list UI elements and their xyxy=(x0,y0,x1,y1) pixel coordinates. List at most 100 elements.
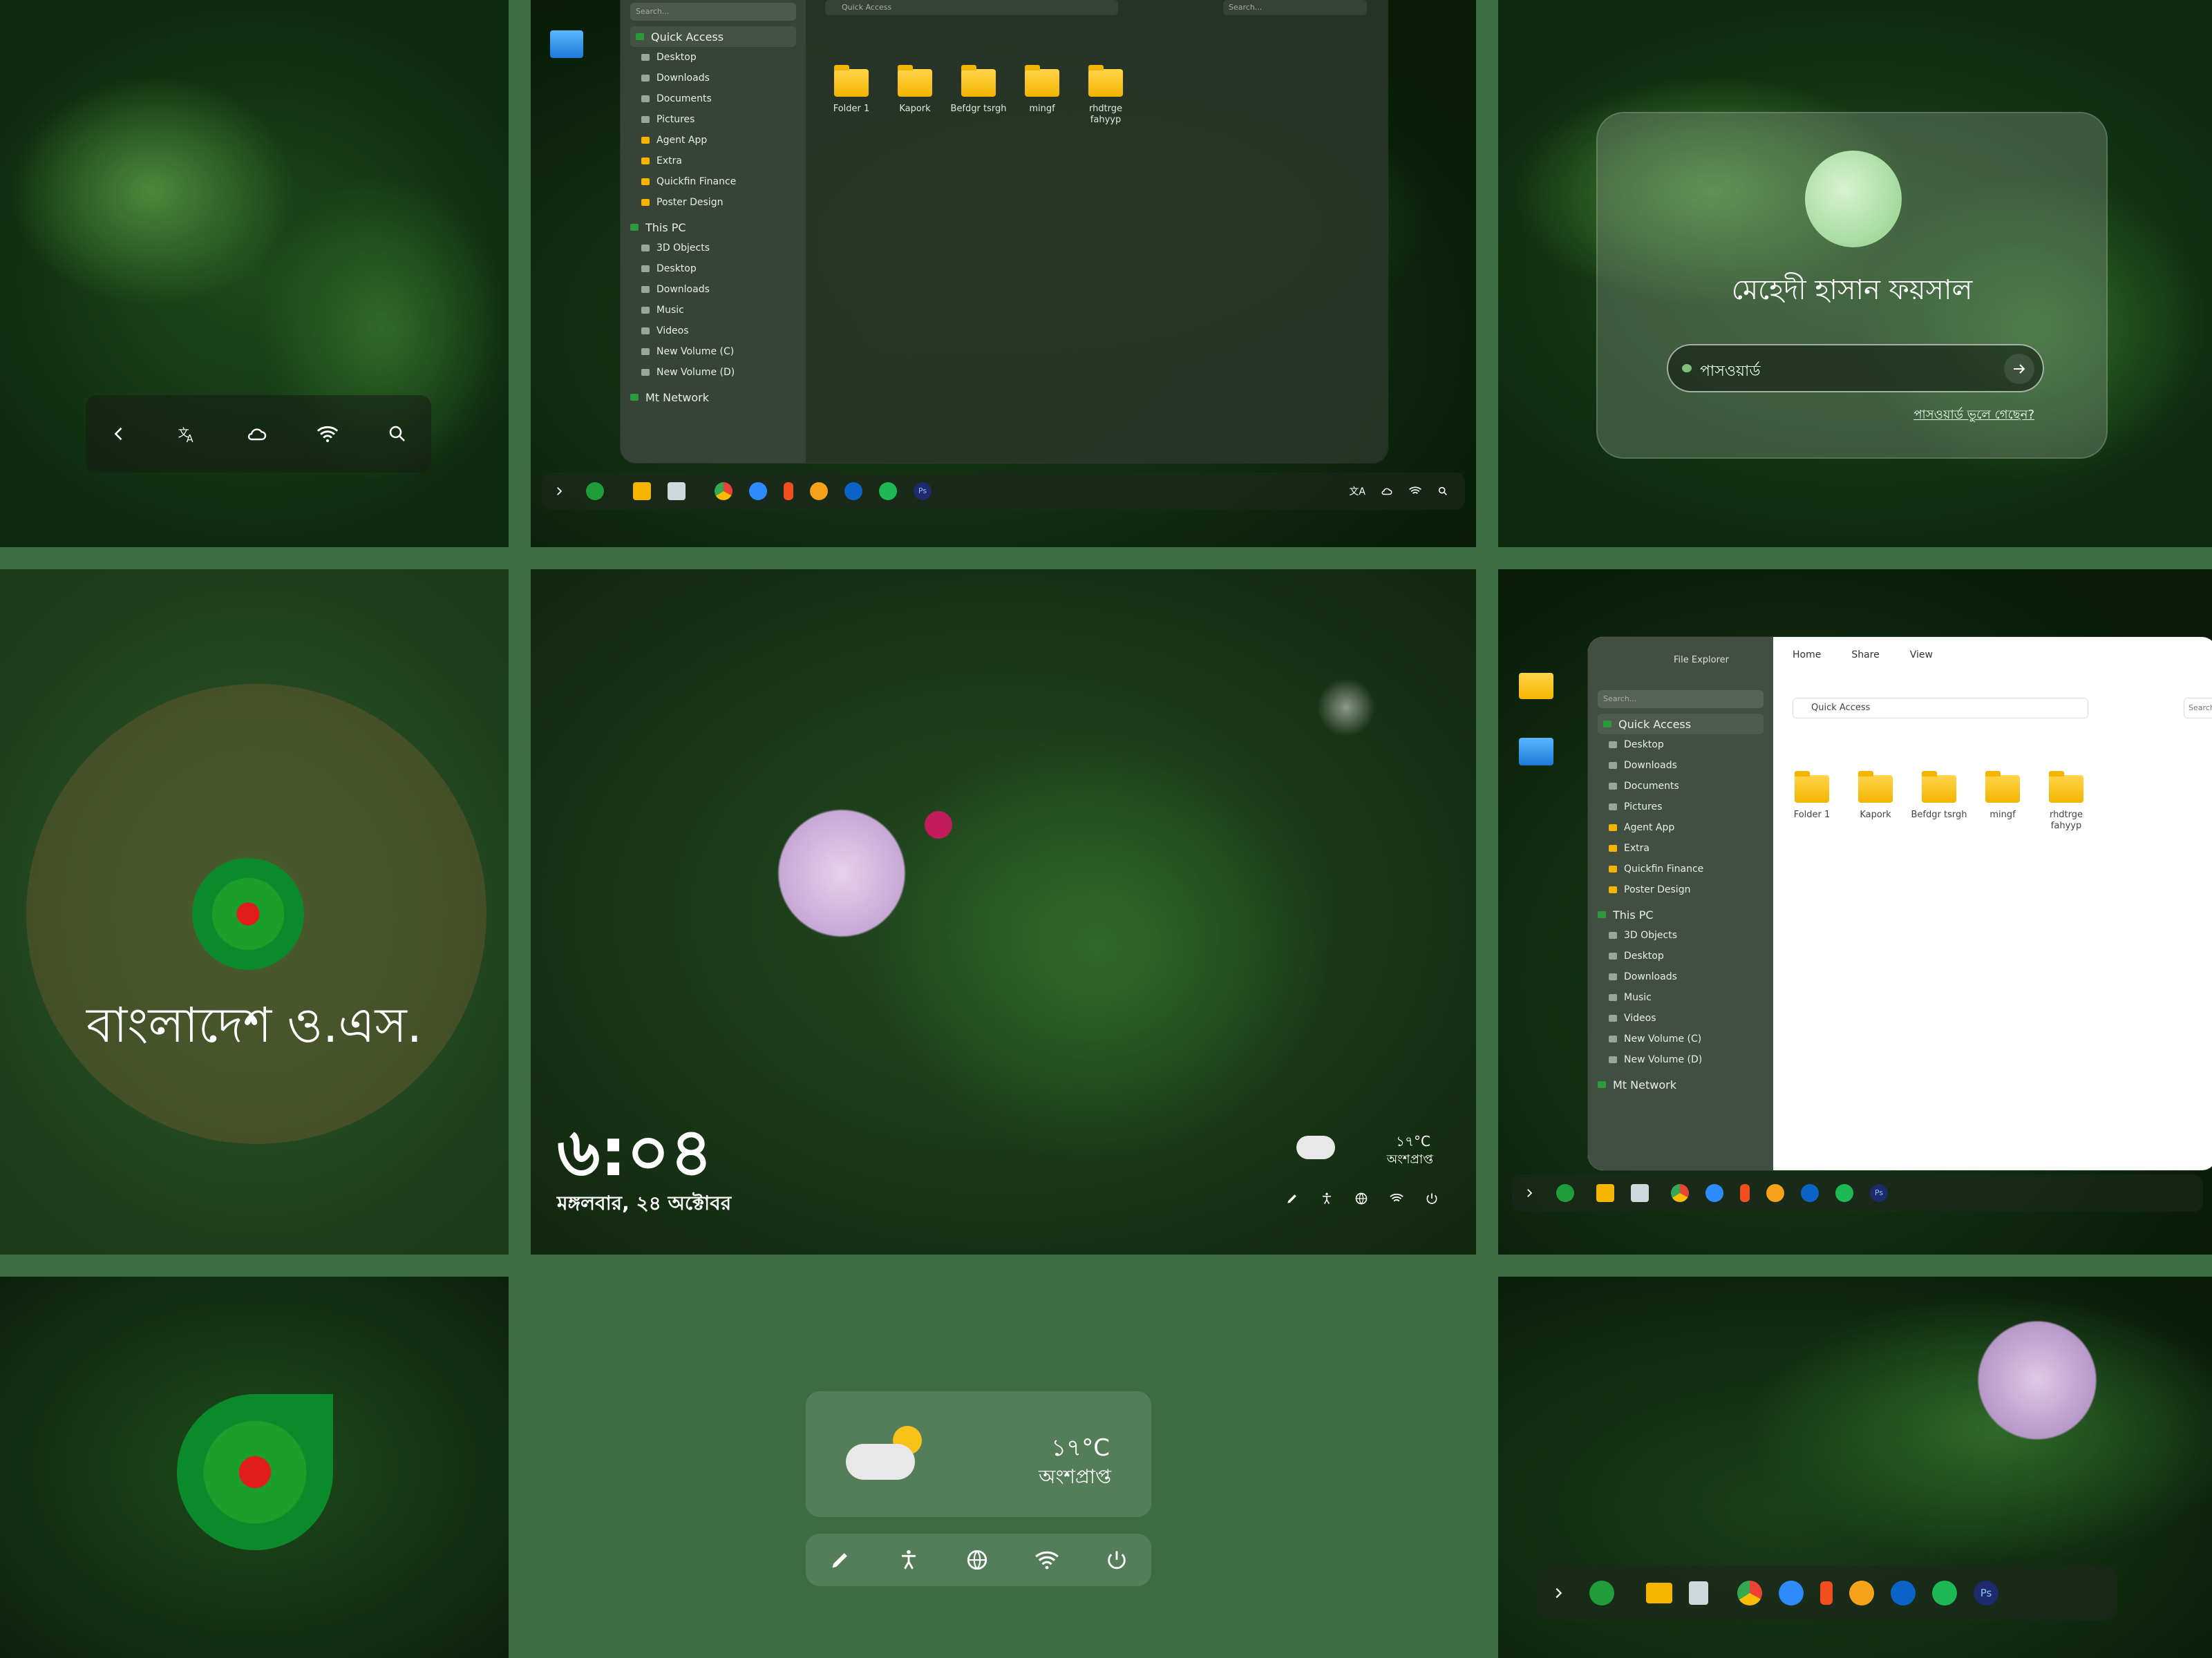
file-item[interactable]: rhdtrge fahyyp xyxy=(2034,771,2098,832)
app-orange-icon-3[interactable] xyxy=(1849,1581,1874,1605)
content-search-input-2[interactable]: Search xyxy=(2184,698,2212,718)
launcher-icon[interactable] xyxy=(586,482,604,500)
chrome-icon-3[interactable] xyxy=(1737,1581,1762,1605)
cloud-tray-icon[interactable] xyxy=(1381,485,1393,497)
sidebar-item[interactable]: Downloads xyxy=(630,279,796,300)
zoom-icon[interactable] xyxy=(749,482,767,500)
sidebar-item[interactable]: Desktop xyxy=(630,47,796,68)
sidebar-network[interactable]: Mt Network xyxy=(630,387,796,408)
cloud-icon[interactable] xyxy=(246,423,268,445)
ribbon-tab[interactable]: Share xyxy=(1851,649,1879,660)
sidebar-network-2[interactable]: Mt Network xyxy=(1598,1074,1764,1095)
chevron-right-icon-3[interactable] xyxy=(1551,1585,1566,1601)
sidebar-item[interactable]: New Volume (C) xyxy=(1598,1029,1764,1049)
chrome-icon-2[interactable] xyxy=(1671,1184,1689,1202)
sidebar-item[interactable]: New Volume (D) xyxy=(630,362,796,383)
sidebar-item[interactable]: Desktop xyxy=(1598,734,1764,755)
file-item[interactable]: Kapork xyxy=(883,65,947,126)
spotify-icon-3[interactable] xyxy=(1932,1581,1957,1605)
content-search-input[interactable]: Search... xyxy=(1223,0,1367,15)
file-item[interactable]: Befdgr tsrgh xyxy=(947,65,1010,126)
trash-icon[interactable] xyxy=(668,482,686,500)
file-item[interactable]: Kapork xyxy=(1844,771,1907,832)
forgot-password-link[interactable]: পাসওয়ার্ড ভুলে গেছেন? xyxy=(1913,405,2034,426)
sidebar-item[interactable]: Poster Design xyxy=(1598,879,1764,900)
ribbon-tab[interactable]: Home xyxy=(1793,649,1821,660)
chevron-right-icon-2[interactable] xyxy=(1523,1187,1535,1199)
outlook-icon-3[interactable] xyxy=(1891,1581,1916,1605)
folder-app-icon-3[interactable] xyxy=(1646,1583,1672,1603)
sidebar-item[interactable]: New Volume (C) xyxy=(630,341,796,362)
sidebar-item[interactable]: Documents xyxy=(630,88,796,109)
app-orange-icon[interactable] xyxy=(810,482,828,500)
search-icon[interactable] xyxy=(387,423,408,444)
zoom-icon-3[interactable] xyxy=(1779,1581,1804,1605)
photoshop-icon[interactable]: Ps xyxy=(914,482,932,500)
pencil-icon[interactable] xyxy=(1285,1191,1299,1206)
sidebar-item[interactable]: Desktop xyxy=(630,258,796,279)
sidebar-this-pc-2[interactable]: This PC xyxy=(1598,904,1764,925)
chrome-icon[interactable] xyxy=(715,482,732,500)
file-item[interactable]: mingf xyxy=(1010,65,1074,126)
sidebar-this-pc[interactable]: This PC xyxy=(630,217,796,238)
sidebar-item[interactable]: Videos xyxy=(630,321,796,341)
globe-icon[interactable] xyxy=(1354,1191,1368,1206)
globe-action-icon[interactable] xyxy=(965,1548,989,1572)
spotify-icon[interactable] xyxy=(879,482,897,500)
sidebar-item[interactable]: Music xyxy=(1598,987,1764,1008)
sidebar-quick-access-2[interactable]: Quick Access xyxy=(1598,714,1764,734)
password-field[interactable]: পাসওয়ার্ড xyxy=(1667,344,2044,392)
sidebar-item[interactable]: 3D Objects xyxy=(630,238,796,258)
sidebar-item[interactable]: 3D Objects xyxy=(1598,925,1764,946)
ribbon-tab[interactable]: View xyxy=(1910,649,1933,660)
outlook-icon[interactable] xyxy=(844,482,862,500)
sidebar-quick-access[interactable]: Quick Access xyxy=(630,26,796,47)
path-bar-2[interactable]: Quick Access xyxy=(1793,698,2088,718)
sidebar-item[interactable]: Downloads xyxy=(1598,755,1764,776)
sidebar-item[interactable]: Documents xyxy=(1598,776,1764,797)
sidebar-search-input-2[interactable]: Search... xyxy=(1598,690,1764,708)
sidebar-item[interactable]: Downloads xyxy=(630,68,796,88)
file-item[interactable]: Befdgr tsrgh xyxy=(1907,771,1971,832)
back-icon[interactable] xyxy=(109,424,129,444)
trash-icon-2[interactable] xyxy=(1631,1184,1649,1202)
figma-icon-2[interactable] xyxy=(1740,1184,1750,1202)
sidebar-item[interactable]: Agent App xyxy=(630,130,796,151)
chevron-right-icon[interactable] xyxy=(553,485,565,497)
photoshop-icon-2[interactable]: Ps xyxy=(1870,1184,1888,1202)
sidebar-item[interactable]: Videos xyxy=(1598,1008,1764,1029)
sidebar-item[interactable]: Quickfin Finance xyxy=(1598,859,1764,879)
file-item[interactable]: Folder 1 xyxy=(820,65,883,126)
launcher-icon-2[interactable] xyxy=(1556,1184,1574,1202)
path-bar[interactable]: Quick Access xyxy=(825,0,1118,15)
sidebar-item[interactable]: Poster Design xyxy=(630,192,796,213)
file-item[interactable]: Folder 1 xyxy=(1780,771,1844,832)
sidebar-item[interactable]: Extra xyxy=(630,151,796,171)
sidebar-item[interactable]: Pictures xyxy=(1598,797,1764,817)
accessibility-action-icon[interactable] xyxy=(897,1548,920,1572)
search-tray-icon[interactable] xyxy=(1437,486,1448,497)
submit-arrow-button[interactable] xyxy=(2004,354,2034,384)
photoshop-icon-3[interactable]: Ps xyxy=(1974,1581,1998,1605)
desktop-monitor-icon[interactable] xyxy=(550,30,583,58)
folder-app-icon-2[interactable] xyxy=(1596,1184,1614,1202)
wifi-action-icon[interactable] xyxy=(1034,1547,1060,1573)
folder-app-icon[interactable] xyxy=(633,482,651,500)
wifi-icon[interactable] xyxy=(316,422,339,446)
sidebar-item[interactable]: Quickfin Finance xyxy=(630,171,796,192)
wifi-tray-icon[interactable] xyxy=(1408,484,1422,498)
power-icon[interactable] xyxy=(1425,1191,1439,1206)
power-action-icon[interactable] xyxy=(1105,1548,1128,1572)
file-item[interactable]: rhdtrge fahyyp xyxy=(1074,65,1137,126)
sidebar-item[interactable]: Desktop xyxy=(1598,946,1764,966)
desktop-monitor-icon-2[interactable] xyxy=(1519,738,1553,765)
sidebar-item[interactable]: Music xyxy=(630,300,796,321)
app-orange-icon-2[interactable] xyxy=(1766,1184,1784,1202)
desktop-folder-icon[interactable] xyxy=(1519,673,1553,699)
outlook-icon-2[interactable] xyxy=(1801,1184,1819,1202)
sidebar-item[interactable]: Pictures xyxy=(630,109,796,130)
translate-icon[interactable]: 文A xyxy=(176,423,198,445)
sidebar-search-input[interactable]: Search... xyxy=(630,3,796,21)
translate-tray-icon[interactable]: 文A xyxy=(1349,484,1365,498)
figma-icon-3[interactable] xyxy=(1820,1581,1833,1605)
